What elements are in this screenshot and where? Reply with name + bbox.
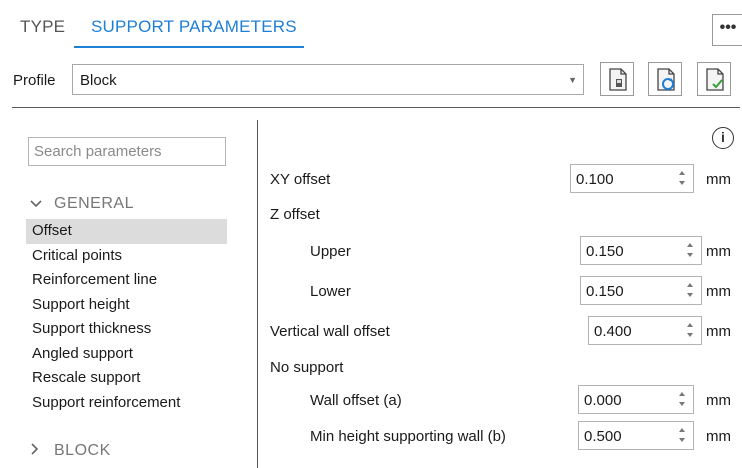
tab-bar: TYPE SUPPORT PARAMETERS ••• bbox=[0, 0, 742, 50]
wall-offset-a-label: Wall offset (a) bbox=[310, 392, 402, 409]
wall-offset-a-input[interactable]: 0.000 bbox=[578, 385, 694, 414]
nav-item-offset[interactable]: Offset bbox=[26, 219, 227, 244]
nav-item-support-thickness[interactable]: Support thickness bbox=[26, 317, 227, 342]
vertical-wall-offset-unit: mm bbox=[706, 323, 731, 340]
group-block-label: BLOCK bbox=[54, 442, 111, 459]
vertical-wall-offset-value: 0.400 bbox=[594, 323, 632, 340]
xy-offset-spinner[interactable] bbox=[678, 168, 688, 190]
header-divider bbox=[12, 107, 740, 108]
document-check-icon bbox=[706, 68, 724, 91]
profile-dropdown[interactable]: Block ▼ bbox=[72, 64, 584, 95]
vertical-wall-offset-label: Vertical wall offset bbox=[270, 323, 390, 340]
active-tab-indicator bbox=[74, 46, 304, 48]
load-profile-button[interactable] bbox=[600, 62, 634, 96]
xy-offset-value: 0.100 bbox=[576, 171, 614, 188]
min-height-wall-b-input[interactable]: 0.500 bbox=[578, 421, 694, 450]
nav-item-rescale-support[interactable]: Rescale support bbox=[26, 366, 227, 391]
upper-input[interactable]: 0.150 bbox=[580, 236, 702, 265]
group-block[interactable]: BLOCK bbox=[30, 442, 111, 460]
z-offset-label: Z offset bbox=[270, 206, 320, 223]
xy-offset-label: XY offset bbox=[270, 171, 331, 188]
nav-item-support-height[interactable]: Support height bbox=[26, 293, 227, 318]
lower-label: Lower bbox=[310, 283, 351, 300]
min-height-wall-b-spinner[interactable] bbox=[678, 425, 688, 447]
min-height-wall-b-value: 0.500 bbox=[584, 428, 622, 445]
xy-offset-input[interactable]: 0.100 bbox=[570, 164, 694, 193]
lower-input[interactable]: 0.150 bbox=[580, 276, 702, 305]
profile-label: Profile bbox=[13, 72, 56, 89]
upper-unit: mm bbox=[706, 243, 731, 260]
wall-offset-a-value: 0.000 bbox=[584, 392, 622, 409]
profile-row: Profile Block ▼ bbox=[0, 62, 742, 96]
wall-offset-a-unit: mm bbox=[706, 392, 731, 409]
nav-item-angled-support[interactable]: Angled support bbox=[26, 342, 227, 367]
group-general[interactable]: GENERAL bbox=[30, 195, 134, 213]
save-profile-button[interactable] bbox=[697, 62, 731, 96]
upper-spinner[interactable] bbox=[686, 240, 696, 262]
nav-item-support-reinforcement[interactable]: Support reinforcement bbox=[26, 391, 227, 416]
group-general-label: GENERAL bbox=[54, 195, 134, 212]
chevron-down-icon bbox=[30, 197, 46, 211]
upper-value: 0.150 bbox=[586, 243, 624, 260]
document-icon bbox=[609, 68, 627, 91]
tab-support-parameters[interactable]: SUPPORT PARAMETERS bbox=[91, 17, 297, 37]
parameter-nav-list: Offset Critical points Reinforcement lin… bbox=[26, 219, 227, 415]
panel-divider bbox=[257, 120, 258, 468]
min-height-wall-b-label: Min height supporting wall (b) bbox=[310, 428, 506, 445]
lower-value: 0.150 bbox=[586, 283, 624, 300]
search-input[interactable] bbox=[28, 137, 226, 166]
wall-offset-a-spinner[interactable] bbox=[678, 389, 688, 411]
nav-item-critical-points[interactable]: Critical points bbox=[26, 244, 227, 269]
tab-type[interactable]: TYPE bbox=[20, 17, 65, 37]
vertical-wall-offset-input[interactable]: 0.400 bbox=[588, 316, 702, 345]
nav-item-reinforcement-line[interactable]: Reinforcement line bbox=[26, 268, 227, 293]
chevron-right-icon bbox=[30, 443, 46, 458]
info-icon[interactable]: i bbox=[712, 127, 734, 149]
more-icon: ••• bbox=[719, 19, 737, 36]
upper-label: Upper bbox=[310, 243, 351, 260]
dropdown-arrow-icon: ▼ bbox=[568, 75, 577, 85]
reload-profile-button[interactable] bbox=[648, 62, 682, 96]
lower-spinner[interactable] bbox=[686, 280, 696, 302]
xy-offset-unit: mm bbox=[706, 171, 731, 188]
min-height-wall-b-unit: mm bbox=[706, 428, 731, 445]
document-refresh-icon bbox=[657, 68, 675, 91]
profile-value: Block bbox=[80, 72, 117, 89]
more-options-button[interactable]: ••• bbox=[712, 14, 742, 46]
vertical-wall-offset-spinner[interactable] bbox=[686, 320, 696, 342]
no-support-label: No support bbox=[270, 359, 344, 376]
lower-unit: mm bbox=[706, 283, 731, 300]
